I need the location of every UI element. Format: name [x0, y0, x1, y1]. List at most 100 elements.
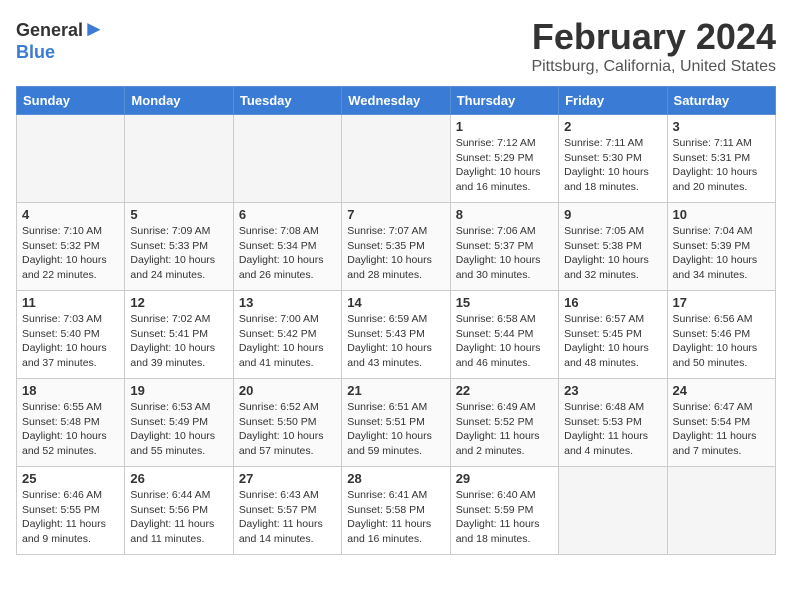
day-info: Sunrise: 7:12 AMSunset: 5:29 PMDaylight:…	[456, 136, 553, 195]
calendar-header-thursday: Thursday	[450, 87, 558, 115]
day-number: 8	[456, 207, 553, 222]
day-info: Sunrise: 6:44 AMSunset: 5:56 PMDaylight:…	[130, 488, 227, 547]
calendar-cell: 16 Sunrise: 6:57 AMSunset: 5:45 PMDayligh…	[559, 291, 667, 379]
day-number: 16	[564, 295, 661, 310]
day-info: Sunrise: 7:06 AMSunset: 5:37 PMDaylight:…	[456, 224, 553, 283]
day-number: 15	[456, 295, 553, 310]
day-number: 23	[564, 383, 661, 398]
calendar-cell: 6 Sunrise: 7:08 AMSunset: 5:34 PMDaylight…	[233, 203, 341, 291]
calendar-week-2: 4Sunrise: 7:10 AMSunset: 5:32 PMDaylight…	[17, 203, 776, 291]
calendar-table: SundayMondayTuesdayWednesdayThursdayFrid…	[16, 86, 776, 555]
day-number: 5	[130, 207, 227, 222]
calendar-cell: 2 Sunrise: 7:11 AMSunset: 5:30 PMDaylight…	[559, 115, 667, 203]
logo-bird-icon: ►	[83, 16, 105, 41]
day-number: 19	[130, 383, 227, 398]
day-info: Sunrise: 6:46 AMSunset: 5:55 PMDaylight:…	[22, 488, 119, 547]
calendar-cell: 26 Sunrise: 6:44 AMSunset: 5:56 PMDayligh…	[125, 467, 233, 555]
calendar-header-wednesday: Wednesday	[342, 87, 450, 115]
calendar-header-friday: Friday	[559, 87, 667, 115]
calendar-cell: 7 Sunrise: 7:07 AMSunset: 5:35 PMDaylight…	[342, 203, 450, 291]
day-info: Sunrise: 6:40 AMSunset: 5:59 PMDaylight:…	[456, 488, 553, 547]
calendar-week-5: 25 Sunrise: 6:46 AMSunset: 5:55 PMDayligh…	[17, 467, 776, 555]
calendar-cell: 10 Sunrise: 7:04 AMSunset: 5:39 PMDayligh…	[667, 203, 775, 291]
calendar-cell: 24Sunrise: 6:47 AMSunset: 5:54 PMDayligh…	[667, 379, 775, 467]
calendar-cell: 19 Sunrise: 6:53 AMSunset: 5:49 PMDayligh…	[125, 379, 233, 467]
calendar-week-4: 18Sunrise: 6:55 AMSunset: 5:48 PMDayligh…	[17, 379, 776, 467]
logo-blue: Blue	[16, 42, 55, 62]
page-header: General► Blue February 2024 Pittsburg, C…	[16, 16, 776, 76]
day-info: Sunrise: 6:43 AMSunset: 5:57 PMDaylight:…	[239, 488, 336, 547]
title-block: February 2024 Pittsburg, California, Uni…	[531, 16, 776, 76]
calendar-cell	[342, 115, 450, 203]
day-info: Sunrise: 7:05 AMSunset: 5:38 PMDaylight:…	[564, 224, 661, 283]
day-number: 14	[347, 295, 444, 310]
day-number: 26	[130, 471, 227, 486]
calendar-cell: 12Sunrise: 7:02 AMSunset: 5:41 PMDayligh…	[125, 291, 233, 379]
calendar-cell: 20 Sunrise: 6:52 AMSunset: 5:50 PMDayligh…	[233, 379, 341, 467]
day-number: 20	[239, 383, 336, 398]
location-title: Pittsburg, California, United States	[531, 58, 776, 76]
calendar-cell: 28 Sunrise: 6:41 AMSunset: 5:58 PMDayligh…	[342, 467, 450, 555]
calendar-header-saturday: Saturday	[667, 87, 775, 115]
day-info: Sunrise: 7:10 AMSunset: 5:32 PMDaylight:…	[22, 224, 119, 283]
calendar-cell: 15Sunrise: 6:58 AMSunset: 5:44 PMDayligh…	[450, 291, 558, 379]
day-number: 13	[239, 295, 336, 310]
calendar-cell: 22 Sunrise: 6:49 AMSunset: 5:52 PMDayligh…	[450, 379, 558, 467]
calendar-cell: 1Sunrise: 7:12 AMSunset: 5:29 PMDaylight…	[450, 115, 558, 203]
calendar-cell: 27Sunrise: 6:43 AMSunset: 5:57 PMDayligh…	[233, 467, 341, 555]
day-number: 22	[456, 383, 553, 398]
calendar-body: 1Sunrise: 7:12 AMSunset: 5:29 PMDaylight…	[17, 115, 776, 555]
day-info: Sunrise: 6:53 AMSunset: 5:49 PMDaylight:…	[130, 400, 227, 459]
logo-general: General	[16, 20, 83, 40]
calendar-cell: 21 Sunrise: 6:51 AMSunset: 5:51 PMDayligh…	[342, 379, 450, 467]
calendar-cell: 14 Sunrise: 6:59 AMSunset: 5:43 PMDayligh…	[342, 291, 450, 379]
day-number: 10	[673, 207, 770, 222]
day-info: Sunrise: 7:04 AMSunset: 5:39 PMDaylight:…	[673, 224, 770, 283]
calendar-cell: 13Sunrise: 7:00 AMSunset: 5:42 PMDayligh…	[233, 291, 341, 379]
day-number: 25	[22, 471, 119, 486]
day-number: 18	[22, 383, 119, 398]
day-info: Sunrise: 6:59 AMSunset: 5:43 PMDaylight:…	[347, 312, 444, 371]
day-info: Sunrise: 6:47 AMSunset: 5:54 PMDaylight:…	[673, 400, 770, 459]
day-number: 17	[673, 295, 770, 310]
calendar-cell: 29 Sunrise: 6:40 AMSunset: 5:59 PMDayligh…	[450, 467, 558, 555]
day-info: Sunrise: 7:02 AMSunset: 5:41 PMDaylight:…	[130, 312, 227, 371]
day-number: 3	[673, 119, 770, 134]
calendar-cell	[125, 115, 233, 203]
calendar-week-1: 1Sunrise: 7:12 AMSunset: 5:29 PMDaylight…	[17, 115, 776, 203]
day-number: 6	[239, 207, 336, 222]
day-info: Sunrise: 6:52 AMSunset: 5:50 PMDaylight:…	[239, 400, 336, 459]
calendar-cell: 18Sunrise: 6:55 AMSunset: 5:48 PMDayligh…	[17, 379, 125, 467]
calendar-cell	[233, 115, 341, 203]
month-title: February 2024	[531, 16, 776, 58]
calendar-cell: 25 Sunrise: 6:46 AMSunset: 5:55 PMDayligh…	[17, 467, 125, 555]
day-info: Sunrise: 6:49 AMSunset: 5:52 PMDaylight:…	[456, 400, 553, 459]
day-number: 2	[564, 119, 661, 134]
day-info: Sunrise: 7:09 AMSunset: 5:33 PMDaylight:…	[130, 224, 227, 283]
day-info: Sunrise: 7:11 AMSunset: 5:30 PMDaylight:…	[564, 136, 661, 195]
day-info: Sunrise: 7:11 AMSunset: 5:31 PMDaylight:…	[673, 136, 770, 195]
day-info: Sunrise: 7:08 AMSunset: 5:34 PMDaylight:…	[239, 224, 336, 283]
day-info: Sunrise: 6:41 AMSunset: 5:58 PMDaylight:…	[347, 488, 444, 547]
calendar-cell: 4Sunrise: 7:10 AMSunset: 5:32 PMDaylight…	[17, 203, 125, 291]
calendar-header-row: SundayMondayTuesdayWednesdayThursdayFrid…	[17, 87, 776, 115]
day-info: Sunrise: 6:56 AMSunset: 5:46 PMDaylight:…	[673, 312, 770, 371]
calendar-cell: 17 Sunrise: 6:56 AMSunset: 5:46 PMDayligh…	[667, 291, 775, 379]
day-info: Sunrise: 7:07 AMSunset: 5:35 PMDaylight:…	[347, 224, 444, 283]
day-number: 21	[347, 383, 444, 398]
day-number: 7	[347, 207, 444, 222]
calendar-cell: 3 Sunrise: 7:11 AMSunset: 5:31 PMDaylight…	[667, 115, 775, 203]
calendar-cell: 5 Sunrise: 7:09 AMSunset: 5:33 PMDaylight…	[125, 203, 233, 291]
calendar-header-tuesday: Tuesday	[233, 87, 341, 115]
calendar-cell: 11Sunrise: 7:03 AMSunset: 5:40 PMDayligh…	[17, 291, 125, 379]
day-number: 28	[347, 471, 444, 486]
day-number: 29	[456, 471, 553, 486]
calendar-cell	[559, 467, 667, 555]
day-info: Sunrise: 6:48 AMSunset: 5:53 PMDaylight:…	[564, 400, 661, 459]
day-number: 9	[564, 207, 661, 222]
logo: General► Blue	[16, 16, 105, 63]
calendar-cell: 9 Sunrise: 7:05 AMSunset: 5:38 PMDaylight…	[559, 203, 667, 291]
calendar-header-sunday: Sunday	[17, 87, 125, 115]
day-info: Sunrise: 6:51 AMSunset: 5:51 PMDaylight:…	[347, 400, 444, 459]
day-info: Sunrise: 6:57 AMSunset: 5:45 PMDaylight:…	[564, 312, 661, 371]
